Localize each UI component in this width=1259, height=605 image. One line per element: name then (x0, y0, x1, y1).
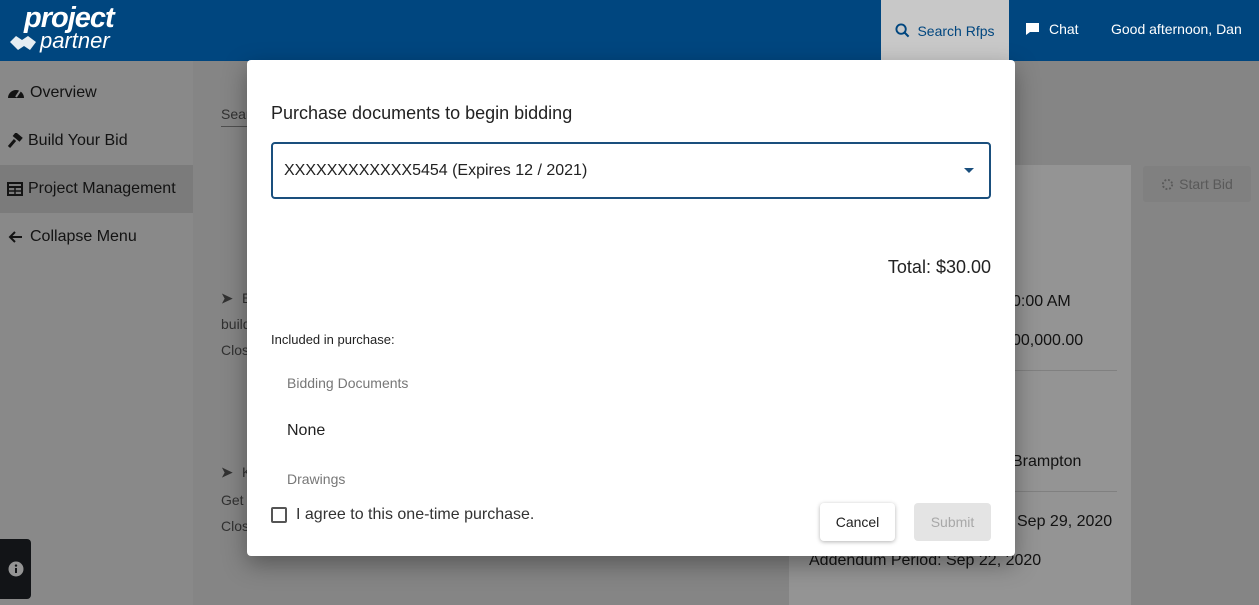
checkbox-box[interactable] (271, 507, 287, 523)
selected-card-value: XXXXXXXXXXXX5454 (Expires 12 / 2021) (284, 161, 588, 179)
search-rfps-label: Search Rfps (917, 22, 995, 39)
purchase-total: Total: $30.00 (887, 257, 991, 277)
purchase-documents-dialog: Purchase documents to begin bidding XXXX… (247, 60, 1015, 556)
user-greeting-menu[interactable]: Good afternoon, Dan (1111, 0, 1242, 58)
payment-card-select[interactable]: XXXXXXXXXXXX5454 (Expires 12 / 2021) (271, 142, 991, 199)
included-in-purchase-label: Included in purchase: (271, 332, 395, 347)
greeting-text: Good afternoon, Dan (1111, 21, 1242, 37)
cancel-button[interactable]: Cancel (820, 503, 895, 541)
chat-label: Chat (1049, 21, 1079, 37)
chat-button[interactable]: Chat (1025, 0, 1079, 58)
submit-button[interactable]: Submit (914, 503, 991, 541)
search-rfps-button[interactable]: Search Rfps (881, 0, 1009, 61)
doc-section-label: Drawings (287, 471, 346, 487)
doc-section-label: Bidding Documents (287, 375, 409, 391)
dropdown-caret-icon (964, 168, 974, 173)
handshake-icon (10, 36, 36, 50)
top-app-bar: project partner Search Rfps Chat Good af… (0, 0, 1259, 61)
doc-section-value: None (287, 422, 326, 439)
logo-text-partner: partner (40, 28, 110, 53)
agree-purchase-checkbox[interactable]: I agree to this one-time purchase. (271, 506, 534, 524)
project-partner-logo[interactable]: project partner (8, 2, 128, 56)
chat-bubble-icon (1026, 23, 1039, 35)
dialog-title: Purchase documents to begin bidding (271, 103, 573, 123)
agree-label: I agree to this one-time purchase. (296, 506, 535, 523)
search-icon (895, 23, 910, 38)
